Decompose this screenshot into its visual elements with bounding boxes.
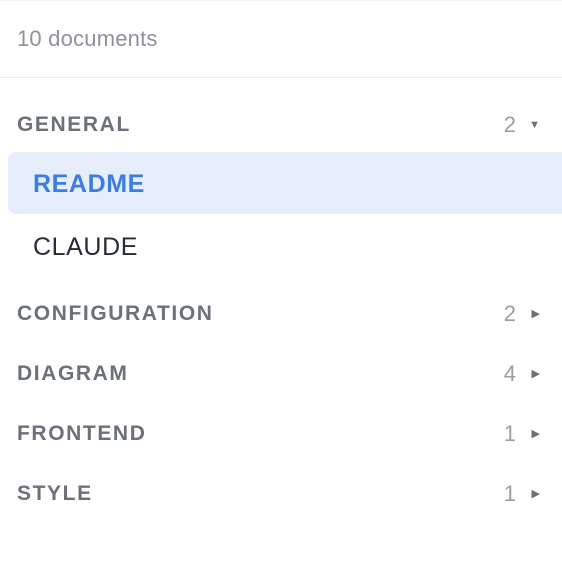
caret-right-icon: ▶	[531, 308, 540, 320]
group-general-header[interactable]: GENERAL 2 ▼	[0, 108, 562, 142]
sidebar-header: 10 documents	[0, 0, 562, 78]
group-label: FRONTEND	[17, 422, 147, 445]
doc-item-claude[interactable]: CLAUDE	[8, 215, 562, 277]
group-label: GENERAL	[17, 113, 131, 136]
group-diagram-header[interactable]: DIAGRAM 4 ▶	[0, 357, 562, 391]
caret-right-icon: ▶	[531, 428, 540, 440]
caret-down-icon: ▼	[529, 119, 540, 131]
caret-right-icon: ▶	[531, 368, 540, 380]
group-frontend-header[interactable]: FRONTEND 1 ▶	[0, 417, 562, 451]
caret-right-icon: ▶	[531, 488, 540, 500]
doc-item-readme[interactable]: README	[8, 152, 562, 214]
group-style-header[interactable]: STYLE 1 ▶	[0, 477, 562, 511]
group-count: 1	[503, 421, 516, 446]
group-configuration-header[interactable]: CONFIGURATION 2 ▶	[0, 297, 562, 331]
group-count: 2	[503, 301, 516, 326]
group-label: DIAGRAM	[17, 362, 129, 385]
group-label: CONFIGURATION	[17, 302, 214, 325]
group-label: STYLE	[17, 482, 93, 505]
document-count: 10 documents	[17, 26, 158, 51]
doc-label: CLAUDE	[33, 233, 139, 261]
group-count: 4	[503, 361, 516, 386]
document-sidebar: 10 documents GENERAL 2 ▼ README CLAUDE C…	[0, 0, 562, 570]
group-count: 2	[503, 112, 516, 137]
doc-label: README	[33, 170, 145, 198]
group-count: 1	[503, 481, 516, 506]
